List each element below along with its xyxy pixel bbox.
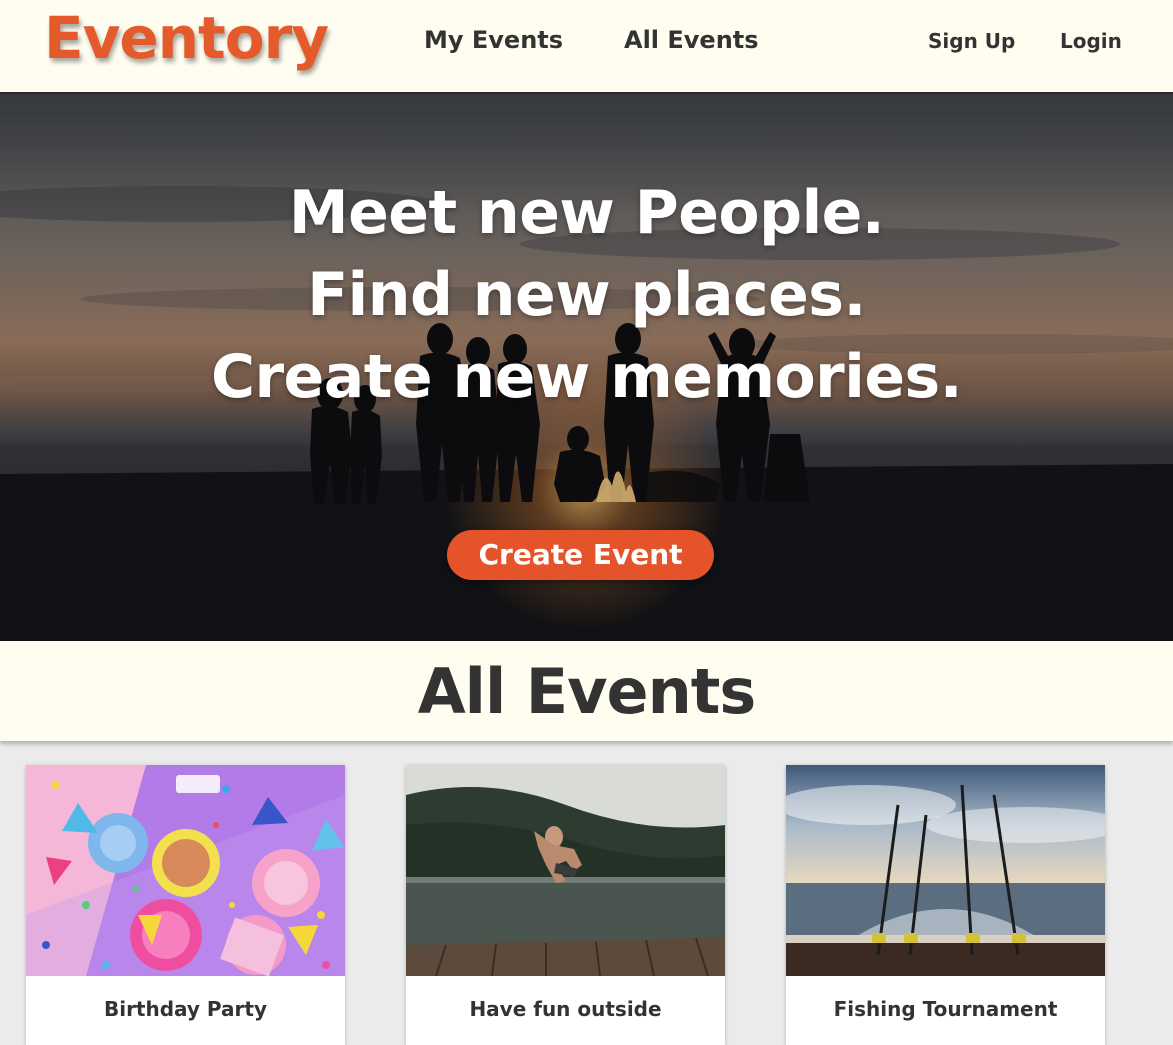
event-image-birthday-party bbox=[26, 765, 345, 976]
hero-tagline-line: Find new places. bbox=[307, 260, 866, 330]
event-card-have-fun-outside[interactable]: Have fun outside bbox=[406, 765, 725, 1045]
nav-login[interactable]: Login bbox=[1060, 29, 1122, 53]
hero-tagline-line: Create new memories. bbox=[210, 342, 963, 412]
hero-banner: Meet new People. Find new places. Create… bbox=[0, 94, 1173, 641]
create-event-button[interactable]: Create Event bbox=[447, 530, 714, 580]
navbar: Eventory My Events All Events Sign Up Lo… bbox=[0, 0, 1173, 94]
event-card-birthday-party[interactable]: Birthday Party bbox=[26, 765, 345, 1045]
nav-all-events[interactable]: All Events bbox=[624, 26, 759, 54]
event-title: Have fun outside bbox=[469, 997, 662, 1021]
event-card-fishing-tournament[interactable]: Fishing Tournament bbox=[786, 765, 1105, 1045]
event-image-have-fun-outside bbox=[406, 765, 725, 976]
section-header: All Events bbox=[0, 641, 1173, 741]
logo[interactable]: Eventory bbox=[44, 4, 329, 72]
nav-sign-up[interactable]: Sign Up bbox=[928, 29, 1015, 53]
event-title: Fishing Tournament bbox=[833, 997, 1058, 1021]
hero-tagline-line: Meet new People. bbox=[288, 178, 885, 248]
event-title: Birthday Party bbox=[103, 997, 268, 1021]
section-title: All Events bbox=[417, 655, 757, 728]
event-image-fishing-tournament bbox=[786, 765, 1105, 976]
nav-my-events[interactable]: My Events bbox=[424, 26, 563, 54]
